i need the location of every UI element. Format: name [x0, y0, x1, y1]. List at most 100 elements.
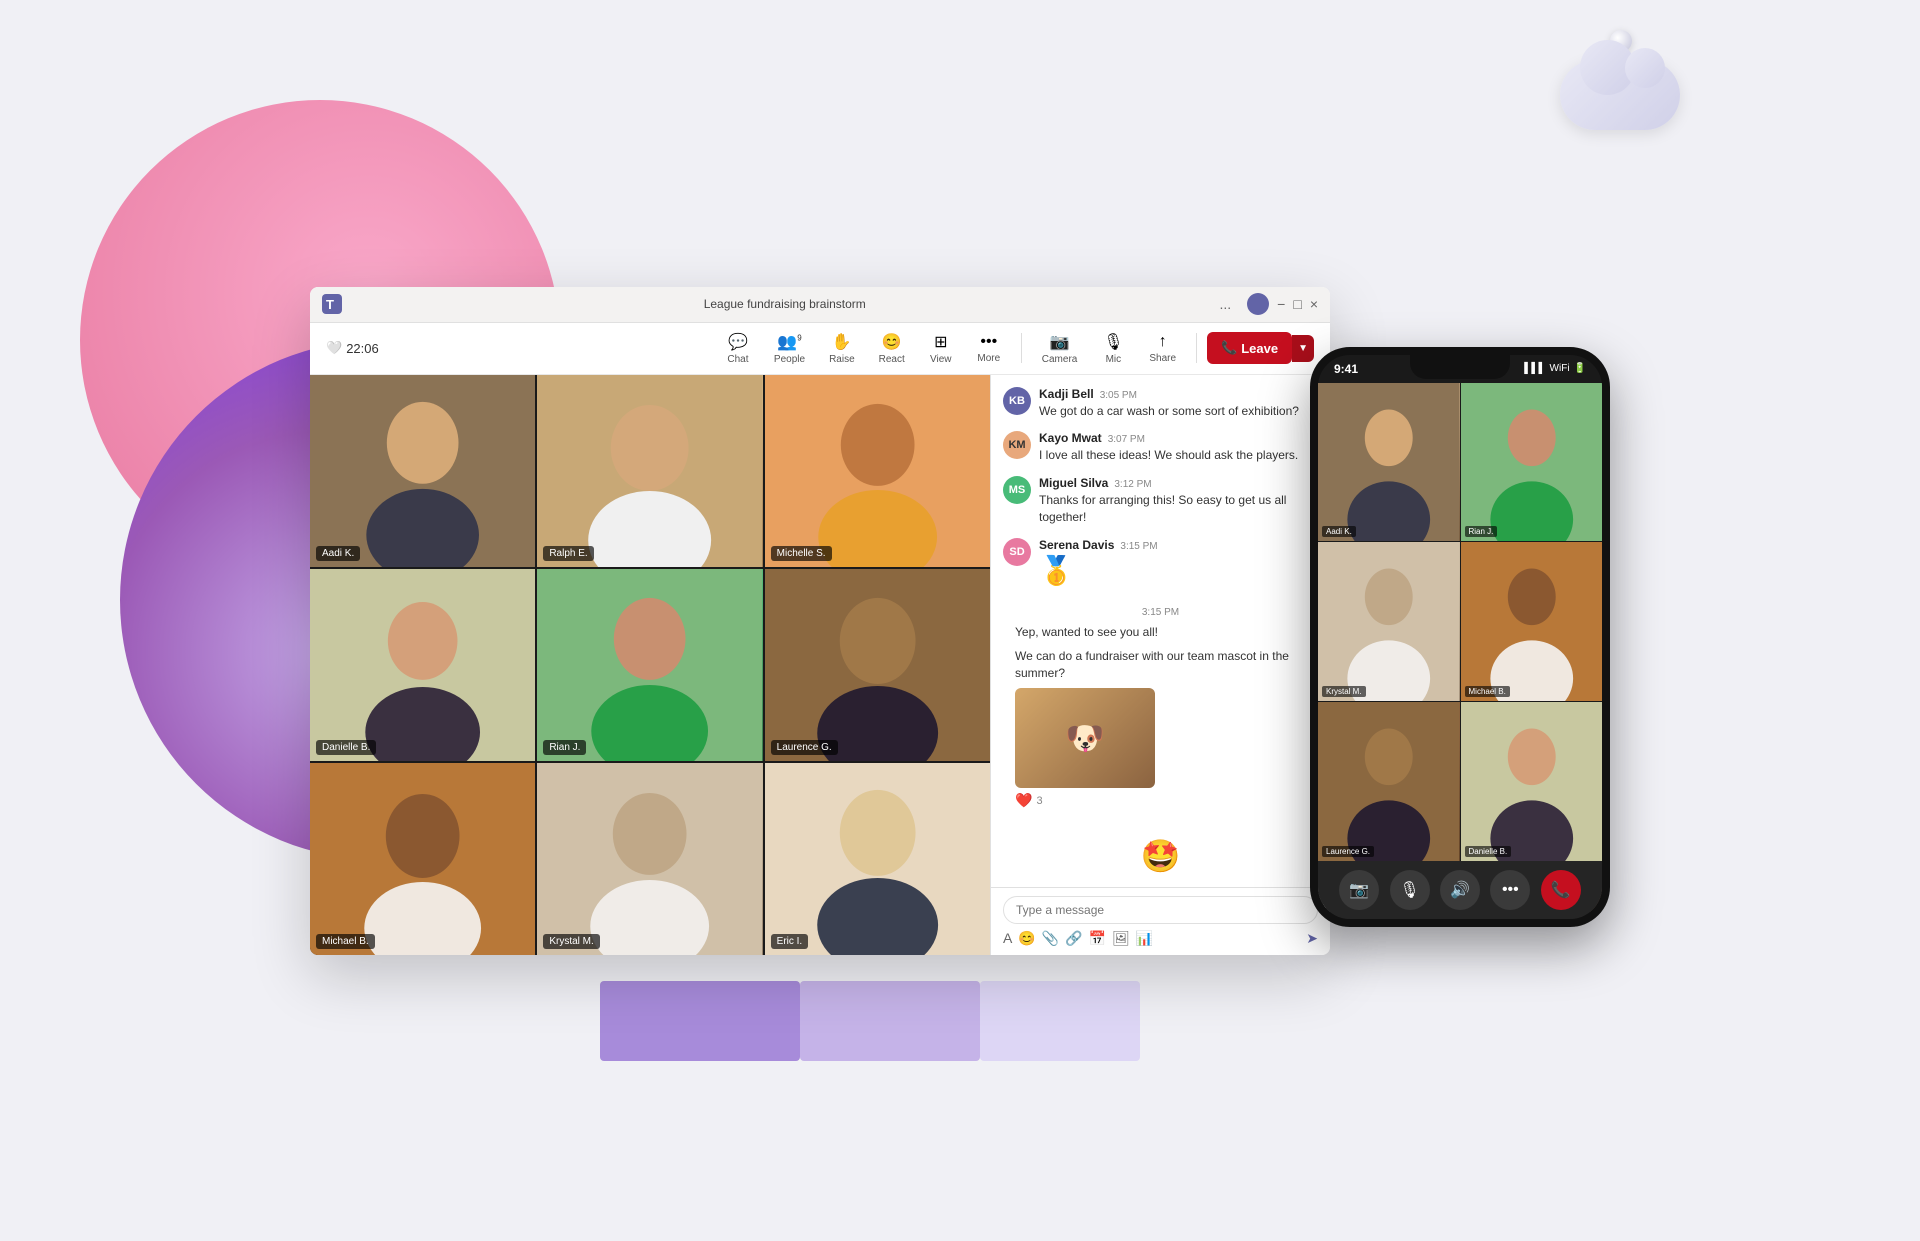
phone-name-michael: Michael B. — [1465, 686, 1510, 697]
call-timer: 🤍 22:06 — [326, 340, 379, 356]
chat-input[interactable] — [1003, 896, 1318, 924]
link-icon[interactable]: 🔗 — [1065, 930, 1082, 947]
react-btn[interactable]: 😊 React — [869, 328, 915, 369]
dog-image: 🐶 — [1015, 688, 1155, 788]
chat-panel: KB Kadji Bell 3:05 PM We got do a car wa… — [990, 375, 1330, 955]
content-area: Aadi K. Ralph E. — [310, 375, 1330, 955]
chat-time-2: 3:07 PM — [1108, 434, 1145, 445]
chat-text-1: We got do a car wash or some sort of exh… — [1039, 403, 1318, 420]
chat-self-text-1: Yep, wanted to see you all! — [1015, 624, 1306, 641]
heart-icon: 🤍 — [326, 340, 342, 356]
video-cell-eric: Eric I. — [765, 763, 990, 955]
phone-name-aadi: Aadi K. — [1322, 526, 1356, 537]
chat-time-1: 3:05 PM — [1100, 390, 1137, 401]
teams-logo: T — [322, 294, 342, 314]
close-btn[interactable]: × — [1310, 296, 1318, 312]
leave-button-wrapper: 📞 Leave ▼ — [1207, 332, 1314, 364]
video-name-krystal: Krystal M. — [543, 934, 599, 949]
leave-dropdown-btn[interactable]: ▼ — [1292, 335, 1314, 362]
chat-messages: KB Kadji Bell 3:05 PM We got do a car wa… — [991, 375, 1330, 887]
phone-cell-laurence: Laurence G. — [1318, 702, 1460, 861]
heart-reaction: ❤️ — [1015, 792, 1032, 809]
video-cell-michelle: Michelle S. — [765, 375, 990, 567]
leave-btn[interactable]: 📞 Leave — [1207, 332, 1292, 364]
phone-controls: 📷 🎙 🔊 ••• 📞 — [1318, 861, 1602, 919]
cloud-decoration — [1560, 60, 1680, 130]
video-name-eric: Eric I. — [771, 934, 809, 949]
window-controls: ... − □ × — [1219, 293, 1318, 315]
video-name-michael: Michael B. — [316, 934, 375, 949]
phone-cell-danielle: Danielle B. — [1461, 702, 1603, 861]
main-container: T League fundraising brainstorm ... − □ … — [310, 287, 1610, 955]
signal-icon: ▌▌▌ — [1524, 363, 1545, 374]
chat-avatar-kayo: KM — [1003, 431, 1031, 459]
phone-more-btn[interactable]: ••• — [1490, 870, 1530, 910]
phone-cell-rian: Rian J. — [1461, 383, 1603, 542]
emoji-icon[interactable]: 😊 — [1018, 930, 1035, 947]
svg-text:T: T — [326, 297, 334, 312]
chat-message-1: KB Kadji Bell 3:05 PM We got do a car wa… — [1003, 387, 1318, 420]
phone-time: 9:41 — [1334, 362, 1358, 376]
video-name-michelle: Michelle S. — [771, 546, 832, 561]
phone-status-icons: ▌▌▌ WiFi 🔋 — [1524, 363, 1586, 374]
share-btn[interactable]: ↑ Share — [1139, 329, 1186, 368]
people-btn[interactable]: 👥9 People — [764, 328, 815, 369]
phone-name-krystal: Krystal M. — [1322, 686, 1366, 697]
chat-btn[interactable]: 💬 Chat — [716, 328, 760, 369]
phone-cell-krystal: Krystal M. — [1318, 542, 1460, 701]
send-icon[interactable]: ➤ — [1306, 930, 1318, 947]
bg-rect-lavender — [800, 981, 980, 1061]
mobile-phone: 9:41 ▌▌▌ WiFi 🔋 Aadi K. — [1310, 347, 1610, 927]
phone-status-bar: 9:41 ▌▌▌ WiFi 🔋 — [1318, 355, 1602, 383]
chat-time-serena: 3:15 PM — [1120, 541, 1157, 552]
video-grid: Aadi K. Ralph E. — [310, 375, 990, 955]
user-avatar — [1247, 293, 1269, 315]
chat-text-3: Thanks for arranging this! So easy to ge… — [1039, 492, 1318, 526]
phone-speaker-btn[interactable]: 🔊 — [1440, 870, 1480, 910]
phone-name-laurence: Laurence G. — [1322, 846, 1374, 857]
phone-name-rian: Rian J. — [1465, 526, 1498, 537]
chat-avatar-serena: SD — [1003, 538, 1031, 566]
video-cell-michael: Michael B. — [310, 763, 535, 955]
more-btn[interactable]: ••• More — [967, 329, 1011, 368]
title-bar: T League fundraising brainstorm ... − □ … — [310, 287, 1330, 323]
minimize-btn[interactable]: − — [1277, 296, 1285, 312]
phone-cell-aadi: Aadi K. — [1318, 383, 1460, 542]
chat-sender-serena: Serena Davis — [1039, 538, 1114, 552]
chat-input-tools: A 😊 📎 🔗 📅 🖼 📊 ➤ — [1003, 930, 1318, 947]
view-btn[interactable]: ⊞ View — [919, 328, 963, 369]
battery-icon: 🔋 — [1574, 363, 1586, 374]
phone-content: Aadi K. Rian J. Krys — [1318, 383, 1602, 919]
reaction-count: 3 — [1036, 795, 1042, 807]
video-cell-rian: Rian J. — [537, 569, 762, 761]
toolbar: 🤍 22:06 💬 Chat 👥9 People ✋ Raise 😊 React — [310, 323, 1330, 375]
video-name-danielle: Danielle B. — [316, 740, 376, 755]
video-cell-danielle: Danielle B. — [310, 569, 535, 761]
video-cell-aadi: Aadi K. — [310, 375, 535, 567]
schedule-icon[interactable]: 📅 — [1089, 930, 1106, 947]
chat-avatar-kadji: KB — [1003, 387, 1031, 415]
chat-avatar-miguel: MS — [1003, 476, 1031, 504]
phone-camera-btn[interactable]: 📷 — [1339, 870, 1379, 910]
more-options-icon[interactable]: ... — [1219, 296, 1231, 312]
chat-time-3: 3:12 PM — [1114, 479, 1151, 490]
chat-sender-kayo: Kayo Mwat — [1039, 431, 1102, 445]
phone-end-call-btn[interactable]: 📞 — [1541, 870, 1581, 910]
emoji-reaction-msg: 🤩 — [1003, 829, 1318, 883]
media-icon[interactable]: 🖼 — [1112, 930, 1130, 947]
camera-btn[interactable]: 📷 Camera — [1032, 328, 1088, 369]
raise-btn[interactable]: ✋ Raise — [819, 328, 865, 369]
chat-self-text-2: We can do a fundraiser with our team mas… — [1015, 648, 1306, 682]
phone-mic-btn[interactable]: 🎙 — [1390, 870, 1430, 910]
chat-message-3: MS Miguel Silva 3:12 PM Thanks for arran… — [1003, 476, 1318, 526]
medal-emoji: 🥇 — [1039, 554, 1318, 587]
format-icon[interactable]: A — [1003, 930, 1012, 946]
mic-btn[interactable]: 🎙 Mic — [1091, 328, 1135, 369]
attach-icon[interactable]: 📎 — [1042, 930, 1059, 947]
video-name-aadi: Aadi K. — [316, 546, 360, 561]
chat-sender-kadji: Kadji Bell — [1039, 387, 1094, 401]
maximize-btn[interactable]: □ — [1293, 296, 1301, 312]
bg-rect-light — [980, 981, 1140, 1061]
chart-icon[interactable]: 📊 — [1136, 930, 1153, 947]
chat-text-2: I love all these ideas! We should ask th… — [1039, 447, 1318, 464]
